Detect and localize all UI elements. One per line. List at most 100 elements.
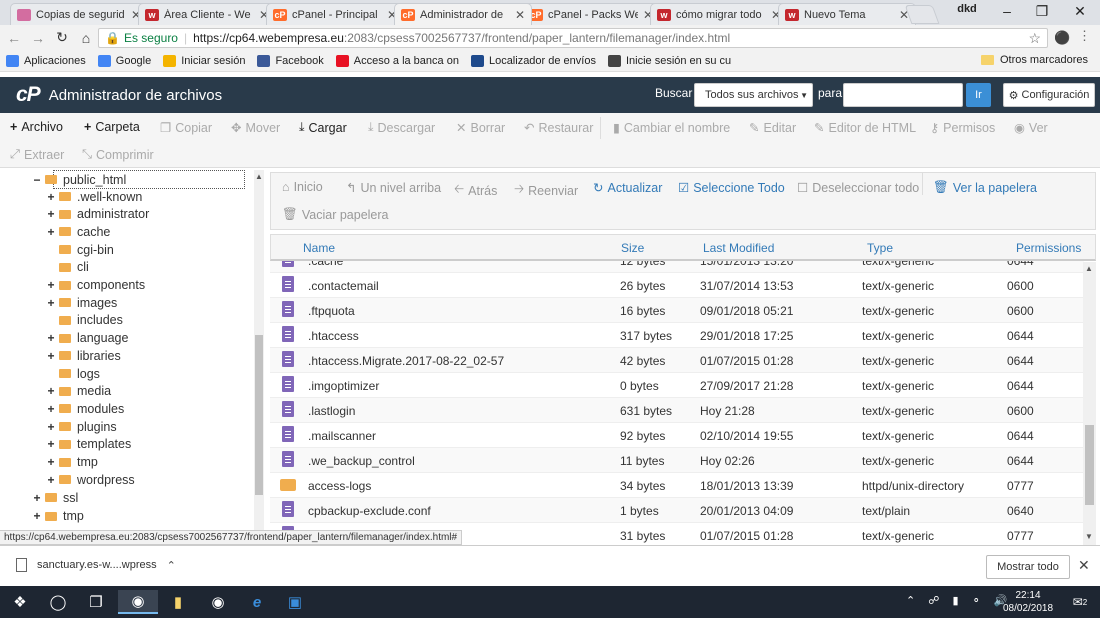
table-row[interactable]: cpbackup-exclude.conf 1 bytes 20/01/2013 0… (270, 498, 1084, 523)
extension-shield-icon[interactable]: ⚫ (1054, 30, 1070, 46)
tree-node[interactable]: cli (46, 259, 89, 276)
tree-scroll-thumb[interactable] (255, 335, 263, 495)
file-explorer-icon[interactable]: ▮ (158, 590, 198, 614)
expand-icon[interactable]: + (46, 455, 56, 469)
table-row[interactable]: .htaccess 317 bytes 29/01/2018 17:25 text/x… (270, 323, 1084, 348)
tree-node[interactable]: + media (46, 383, 111, 400)
browser-tab[interactable]: w Área Cliente - We ✕ (138, 3, 276, 25)
table-row[interactable]: .cache 12 bytes 15/01/2013 13:20 text/x-gen… (270, 261, 1084, 273)
expand-icon[interactable]: + (46, 437, 56, 451)
move-button[interactable]: ✥ Mover (231, 120, 280, 136)
minimize-icon[interactable]: – (992, 3, 1022, 19)
view-trash-button[interactable]: 🗑 Ver la papelera (933, 180, 1037, 195)
extract-button[interactable]: ⤢ Extraer (10, 147, 64, 162)
table-row[interactable]: access-logs 34 bytes 18/01/2013 13:39 httpd… (270, 473, 1084, 498)
tree-node[interactable]: + plugins (46, 418, 116, 435)
clock[interactable]: 22:14 08/02/2018 (1003, 589, 1053, 615)
reload-icon[interactable]: ↻ (50, 29, 74, 46)
column-name[interactable]: Name (303, 241, 335, 255)
expand-icon[interactable]: + (46, 296, 56, 310)
tree-node[interactable]: + .well-known (46, 188, 142, 205)
download-button[interactable]: ⤓ Descargar (368, 120, 435, 135)
chevron-up-icon[interactable]: ⌃ (167, 559, 176, 572)
browser-tab[interactable]: cP cPanel - Principal ✕ (266, 3, 404, 25)
search-input[interactable] (843, 83, 963, 107)
chrome-icon[interactable]: ◉ (118, 590, 158, 614)
new-folder-button[interactable]: + Carpeta (84, 120, 140, 134)
restore-button[interactable]: ↶ Restaurar (524, 120, 593, 136)
tree-node[interactable]: logs (46, 365, 100, 382)
expand-icon[interactable]: + (46, 402, 56, 416)
table-row[interactable]: .ftpquota 16 bytes 09/01/2018 05:21 text/x-… (270, 298, 1084, 323)
browser-menu-icon[interactable]: ⋮ (1078, 28, 1091, 44)
tab-close-icon[interactable]: ✕ (515, 8, 525, 22)
back-button[interactable]: 🡠 Atrás (454, 180, 497, 201)
column-size[interactable]: Size (621, 241, 644, 255)
tree-node-root[interactable]: − public_html (32, 171, 126, 188)
permissions-button[interactable]: ⚷ Permisos (930, 120, 995, 136)
tree-node[interactable]: cgi-bin (46, 241, 114, 258)
expand-icon[interactable]: + (46, 384, 56, 398)
table-row[interactable]: .lastlogin 631 bytes Hoy 21:28 text/x-gener… (270, 398, 1084, 423)
tree-node[interactable]: + administrator (46, 206, 149, 223)
refresh-button[interactable]: ↻ Actualizar (593, 180, 662, 196)
bookmark-item[interactable]: Google (97, 54, 151, 67)
tree-node[interactable]: + tmp (46, 454, 97, 471)
forward-button[interactable]: 🡢 Reenviar (514, 180, 578, 201)
tree-node[interactable]: + language (46, 330, 128, 347)
expand-icon[interactable]: + (46, 278, 56, 292)
bookmark-item[interactable]: Aplicaciones (6, 54, 86, 67)
expand-icon[interactable]: + (46, 473, 56, 487)
table-row[interactable]: .htaccess.Migrate.2017-08-22_02-57 42 byt… (270, 348, 1084, 373)
notifications-icon[interactable]: ✉ 2 (1060, 590, 1100, 614)
address-bar[interactable]: 🔒 Es seguro | https://cp64.webempresa.eu… (98, 28, 1048, 48)
tree-node[interactable]: + cache (46, 223, 110, 240)
bookmark-item[interactable]: Facebook (257, 54, 324, 67)
show-all-button[interactable]: Mostrar todo (986, 555, 1070, 579)
up-level-button[interactable]: ↰ Un nivel arriba (346, 180, 441, 196)
bookmark-star-icon[interactable]: ☆ (1028, 30, 1041, 47)
back-arrow-icon[interactable]: ← (2, 30, 26, 46)
browser-tab[interactable]: Copias de segurid ✕ (10, 3, 148, 25)
go-button[interactable]: Ir (966, 83, 991, 107)
expand-icon[interactable]: + (32, 509, 42, 523)
tree-node[interactable]: + ssl (32, 489, 78, 506)
browser-tab[interactable]: w Nuevo Tema ✕ (778, 3, 916, 25)
delete-button[interactable]: ✕ Borrar (456, 120, 505, 136)
scroll-down-icon[interactable]: ▼ (1085, 532, 1093, 541)
bookmark-item[interactable]: Localizador de envíos (470, 54, 596, 67)
tree-node[interactable]: + components (46, 277, 145, 294)
table-row[interactable]: .contactemail 26 bytes 31/07/2014 13:53 tex… (270, 273, 1084, 298)
scroll-up-icon[interactable]: ▲ (255, 172, 263, 181)
bookmark-item[interactable]: Iniciar sesión (163, 54, 245, 67)
expand-icon[interactable]: + (46, 207, 56, 221)
copy-button[interactable]: ❐ Copiar (160, 120, 212, 136)
empty-trash-button[interactable]: 🗑 Vaciar papelera (282, 207, 389, 222)
home-icon[interactable]: ⌂ (74, 30, 98, 46)
table-scroll-thumb[interactable] (1085, 425, 1094, 505)
word-icon[interactable]: ▣ (275, 590, 315, 614)
forward-arrow-icon[interactable]: → (26, 30, 50, 46)
select-all-button[interactable]: ☑ Seleccione Todo (678, 180, 785, 196)
expand-icon[interactable]: + (32, 491, 42, 505)
column-type[interactable]: Type (867, 241, 893, 255)
other-bookmarks[interactable]: Otros marcadores (980, 54, 1088, 66)
maximize-icon[interactable]: ❐ (1027, 3, 1057, 20)
close-window-icon[interactable]: ✕ (1065, 3, 1095, 20)
browser-tab[interactable]: cP Administrador de ✕ (394, 3, 532, 25)
view-button[interactable]: ◉ Ver (1014, 120, 1048, 136)
expand-icon[interactable]: + (46, 331, 56, 345)
table-row[interactable]: .we_backup_control 11 bytes Hoy 02:26 text/… (270, 448, 1084, 473)
deselect-all-button[interactable]: ☐ Deseleccionar todo (797, 180, 919, 196)
bookmark-item[interactable]: Inicie sesión en su cu (607, 54, 731, 67)
download-item[interactable]: sanctuary.es-w....wpress ⌃ (16, 558, 176, 572)
search-scope-select[interactable]: Todos sus archivos ▼ (694, 83, 813, 107)
bookmark-item[interactable]: Acceso a la banca on (335, 54, 459, 67)
new-file-button[interactable]: + Archivo (10, 120, 63, 134)
collapse-icon[interactable]: − (32, 173, 42, 187)
table-row[interactable]: .mailscanner 92 bytes 02/10/2014 19:55 text… (270, 423, 1084, 448)
browser-tab[interactable]: w cómo migrar todo ✕ (650, 3, 788, 25)
rename-button[interactable]: ▮ Cambiar el nombre (613, 120, 730, 136)
edit-button[interactable]: ✎ Editar (749, 120, 796, 136)
ie-icon[interactable]: e (237, 590, 277, 614)
